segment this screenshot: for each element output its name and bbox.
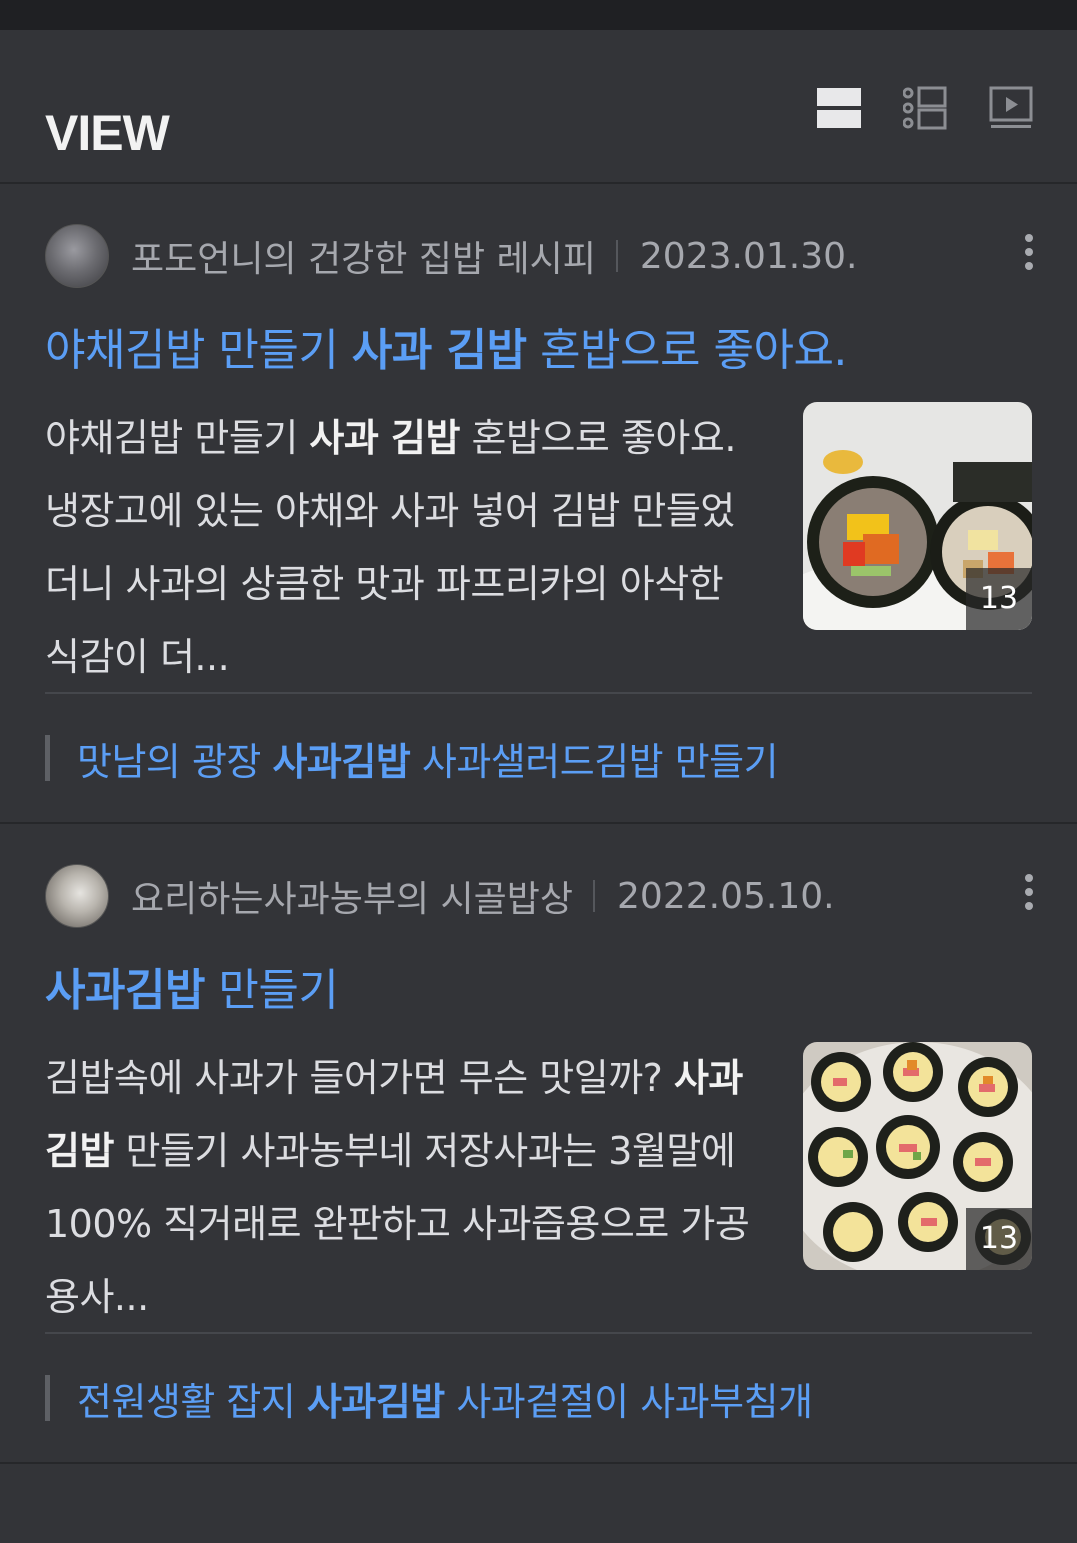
blog-name[interactable]: 요리하는사과농부의 시골밥상 — [131, 870, 573, 922]
related-bar — [45, 735, 50, 781]
related-text-post: 사과겉절이 사과부침개 — [444, 1379, 813, 1424]
image-count-badge: 13 — [966, 568, 1032, 630]
related-text: 전원생활 잡지 사과김밥 사과겉절이 사과부침개 — [77, 1371, 813, 1426]
layout-switcher — [817, 85, 1033, 131]
post-title-link[interactable]: 야채김밥 만들기 사과 김밥 혼밥으로 좋아요. — [45, 314, 1032, 378]
related-link[interactable]: 전원생활 잡지 사과김밥 사과겉절이 사과부침개 — [45, 1334, 1032, 1462]
post-snippet[interactable]: 야채김밥 만들기 사과 김밥 혼밥으로 좋아요. 냉장고에 있는 야채와 사과 … — [45, 402, 760, 694]
title-highlight: 사과 김밥 — [351, 325, 527, 376]
section-title: VIEW — [45, 105, 170, 161]
snippet-text: 김밥속에 사과가 들어가면 무슨 맛일까? — [45, 1056, 674, 1100]
post-body: 야채김밥 만들기 사과 김밥 혼밥으로 좋아요. 냉장고에 있는 야채와 사과 … — [45, 402, 1032, 692]
top-strip — [0, 0, 1077, 30]
related-highlight: 사과김밥 — [272, 739, 411, 784]
post-card: 요리하는사과농부의 시골밥상 2022.05.10. 사과김밥 만들기 김밥속에… — [0, 860, 1077, 1462]
view-panel: VIEW 포도언니의 건강한 집밥 레시피 2023.01.30. 야채김밥 만… — [0, 30, 1077, 1543]
view-header: VIEW — [0, 30, 1077, 184]
title-text: 혼밥으로 좋아요. — [526, 325, 847, 376]
list-view-icon[interactable] — [903, 85, 947, 131]
related-text-post: 사과샐러드김밥 만들기 — [410, 739, 779, 784]
image-count-badge: 13 — [966, 1208, 1032, 1270]
post-title-link[interactable]: 사과김밥 만들기 — [45, 954, 1032, 1018]
card-view-icon[interactable] — [817, 85, 861, 131]
related-text-pre: 맛남의 광장 — [77, 739, 273, 784]
title-highlight: 사과김밥 — [45, 965, 205, 1016]
section-divider — [0, 822, 1077, 824]
post-meta: 요리하는사과농부의 시골밥상 2022.05.10. — [45, 860, 1034, 932]
post-body: 김밥속에 사과가 들어가면 무슨 맛일까? 사과김밥 만들기 사과농부네 저장사… — [45, 1042, 1032, 1332]
snippet-highlight: 사과 김밥 — [309, 416, 460, 460]
title-text: 만들기 — [204, 965, 339, 1016]
more-options-icon[interactable] — [1024, 234, 1034, 274]
post-date: 2023.01.30. — [639, 235, 858, 277]
related-link[interactable]: 맛남의 광장 사과김밥 사과샐러드김밥 만들기 — [45, 694, 1032, 822]
related-text: 맛남의 광장 사과김밥 사과샐러드김밥 만들기 — [77, 731, 779, 786]
post-card: 포도언니의 건강한 집밥 레시피 2023.01.30. 야채김밥 만들기 사과… — [0, 220, 1077, 822]
section-divider — [0, 1462, 1077, 1464]
avatar[interactable] — [45, 864, 109, 928]
post-meta: 포도언니의 건강한 집밥 레시피 2023.01.30. — [45, 220, 1034, 292]
related-highlight: 사과김밥 — [306, 1379, 445, 1424]
post-date: 2022.05.10. — [617, 875, 835, 917]
post-thumbnail[interactable]: 13 — [803, 1042, 1032, 1270]
video-view-icon[interactable] — [989, 85, 1033, 131]
blog-name[interactable]: 포도언니의 건강한 집밥 레시피 — [131, 230, 596, 282]
more-options-icon[interactable] — [1024, 874, 1034, 914]
meta-separator — [615, 240, 618, 272]
snippet-text: 만들기 사과농부네 저장사과는 3월말에 100% 직거래로 완판하고 사과즙용… — [45, 1129, 750, 1319]
snippet-text: 야채김밥 만들기 — [45, 416, 310, 460]
meta-separator — [593, 880, 596, 912]
post-snippet[interactable]: 김밥속에 사과가 들어가면 무슨 맛일까? 사과김밥 만들기 사과농부네 저장사… — [45, 1042, 760, 1334]
avatar[interactable] — [45, 224, 109, 288]
related-text-pre: 전원생활 잡지 — [77, 1379, 307, 1424]
title-text: 야채김밥 만들기 — [45, 325, 352, 376]
post-thumbnail[interactable]: 13 — [803, 402, 1032, 630]
related-bar — [45, 1375, 50, 1421]
